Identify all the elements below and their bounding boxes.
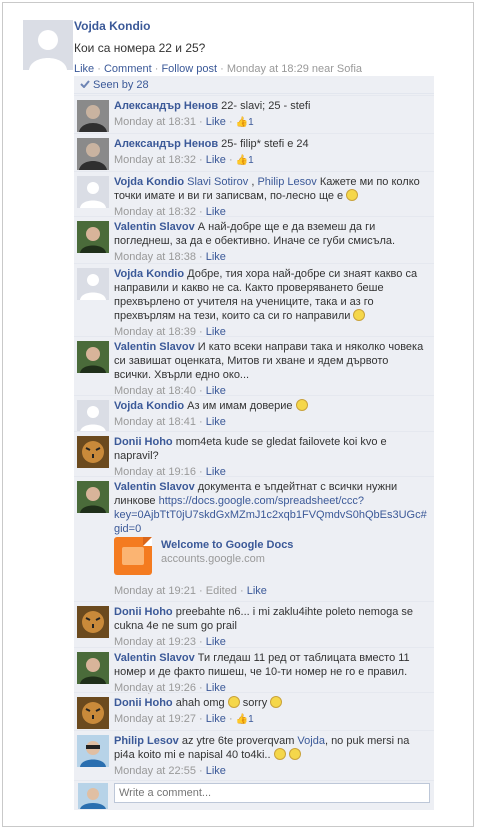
smiley-icon: [353, 309, 366, 321]
comment-author[interactable]: Donii Hoho: [114, 606, 173, 618]
post-header: Vojda Kondio Кои са номера 22 и 25? Like…: [74, 19, 454, 75]
document-link[interactable]: https://docs.google.com/spreadsheet/ccc?…: [114, 495, 427, 535]
check-icon: [80, 80, 90, 88]
post-follow-link[interactable]: Follow post: [161, 63, 217, 75]
comment-like-link[interactable]: Like: [206, 416, 226, 428]
attachment-title[interactable]: Welcome to Google Docs: [161, 539, 293, 551]
comment-time: Monday at 19:27: [114, 713, 196, 725]
comment-item: Александър Ненов 25- filip* stefi e 24 M…: [74, 133, 434, 171]
avatar[interactable]: [77, 221, 109, 253]
post-comment-link[interactable]: Comment: [104, 63, 152, 75]
comment-text-tail: sorry: [242, 697, 268, 709]
comments-panel: Seen by 28 Александър Ненов 22- slavi; 2…: [74, 76, 434, 780]
comment-text: Аз им имам доверие: [187, 400, 293, 412]
comment-time: Monday at 18:32: [114, 154, 196, 166]
comment-text: az ytre 6te proverqvam: [181, 735, 295, 747]
thumbs-up-icon: 👍: [235, 714, 249, 725]
comment-text: ahah omg: [175, 697, 225, 709]
avatar[interactable]: [77, 176, 109, 208]
google-docs-icon: [114, 537, 152, 575]
comment-author[interactable]: Valentin Slavov: [114, 341, 195, 353]
comment-item: Александър Ненов 22- slavi; 25 - stefi M…: [74, 95, 434, 133]
comment-author[interactable]: Vojda Kondio: [114, 400, 184, 412]
comment-item: Valentin Slavov документа е ъпдейтнат с …: [74, 476, 434, 601]
comment-author[interactable]: Александър Ненов: [114, 138, 218, 150]
post-timestamp: Monday at 18:29 near Sofia: [226, 63, 363, 75]
seen-by-label: Seen by 28: [93, 79, 149, 91]
post-like-link[interactable]: Like: [74, 63, 94, 75]
smiley-icon: [227, 696, 240, 708]
comment-item: Donii Hoho ahah omg sorry Monday at 19:2…: [74, 692, 434, 730]
attachment-domain: accounts.google.com: [161, 553, 265, 565]
avatar[interactable]: [77, 735, 109, 767]
avatar[interactable]: [77, 341, 109, 373]
avatar[interactable]: [77, 138, 109, 170]
comment-item: Vojda Kondio Добре, тия хора най-добре с…: [74, 263, 434, 338]
comment-item: Valentin Slavov Ти гледаш 11 ред от табл…: [74, 647, 434, 694]
write-comment-row: [74, 780, 434, 810]
smiley-icon: [288, 748, 301, 760]
comment-author[interactable]: Philip Lesov: [114, 735, 179, 747]
comment-item: Philip Lesov az ytre 6te proverqvam Vojd…: [74, 730, 434, 777]
edited-label[interactable]: Edited: [206, 585, 237, 597]
comment-item: Valentin Slavov И като всеки направи так…: [74, 336, 434, 397]
mention-link[interactable]: Philip Lesov: [257, 176, 316, 188]
comment-time: Monday at 19:21: [114, 585, 196, 597]
comment-time: Monday at 18:38: [114, 251, 196, 263]
like-count[interactable]: 👍1: [236, 713, 254, 727]
avatar[interactable]: [77, 652, 109, 684]
comment-author[interactable]: Vojda Kondio: [114, 176, 184, 188]
mention-link[interactable]: Vojda: [297, 735, 325, 747]
comment-author[interactable]: Valentin Slavov: [114, 652, 195, 664]
thumbs-up-icon: 👍: [235, 117, 249, 128]
smiley-icon: [346, 189, 359, 201]
comment-like-link[interactable]: Like: [247, 585, 267, 597]
mention-link[interactable]: Slavi Sotirov: [187, 176, 248, 188]
comment-like-link[interactable]: Like: [206, 713, 226, 725]
avatar: [78, 783, 108, 809]
comment-item: Donii Hoho mom4eta kude se gledat failov…: [74, 431, 434, 478]
avatar[interactable]: [77, 436, 109, 468]
smiley-icon: [273, 748, 286, 760]
comment-input[interactable]: [114, 783, 430, 803]
comment-item: Valentin Slavov А най-добре ще е да взем…: [74, 216, 434, 263]
post-text: Кои са номера 22 и 25?: [74, 41, 206, 55]
comment-author[interactable]: Александър Ненов: [114, 100, 218, 112]
avatar[interactable]: [77, 481, 109, 513]
like-count[interactable]: 👍1: [236, 154, 254, 168]
post-author-name[interactable]: Vojda Kondio: [74, 19, 454, 33]
avatar[interactable]: [77, 100, 109, 132]
comment-time: Monday at 18:31: [114, 116, 196, 128]
post-meta: Like · Comment · Follow post · Monday at…: [74, 63, 363, 75]
thumbs-up-icon: 👍: [235, 155, 249, 166]
comment-time: Monday at 22:55: [114, 765, 196, 777]
comment-text: 22- slavi; 25 - stefi: [221, 100, 311, 112]
comment-item: Donii Hoho preebahte n6... i mi zaklu4ih…: [74, 601, 434, 648]
comment-author[interactable]: Valentin Slavov: [114, 481, 195, 493]
avatar[interactable]: [77, 268, 109, 300]
smiley-icon: [295, 399, 308, 411]
comment-like-link[interactable]: Like: [206, 154, 226, 166]
seen-by[interactable]: Seen by 28: [74, 76, 434, 94]
comment-author[interactable]: Donii Hoho: [114, 436, 173, 448]
avatar[interactable]: [77, 606, 109, 638]
post-author-avatar[interactable]: [23, 20, 73, 70]
comment-like-link[interactable]: Like: [206, 765, 226, 777]
comment-like-link[interactable]: Like: [206, 116, 226, 128]
comment-time: Monday at 18:41: [114, 416, 196, 428]
comment-like-link[interactable]: Like: [206, 251, 226, 263]
comment-text: 25- filip* stefi e 24: [221, 138, 309, 150]
comment-item: Vojda Kondio Slavi Sotirov , Philip Leso…: [74, 171, 434, 218]
like-count[interactable]: 👍1: [236, 116, 254, 130]
smiley-icon: [270, 696, 283, 708]
comment-item: Vojda Kondio Аз им имам доверие Monday a…: [74, 395, 434, 432]
comment-author[interactable]: Donii Hoho: [114, 697, 173, 709]
avatar[interactable]: [77, 697, 109, 729]
comment-author[interactable]: Vojda Kondio: [114, 268, 184, 280]
avatar[interactable]: [77, 400, 109, 432]
link-attachment[interactable]: Welcome to Google Docs accounts.google.c…: [114, 537, 414, 577]
comment-author[interactable]: Valentin Slavov: [114, 221, 195, 233]
